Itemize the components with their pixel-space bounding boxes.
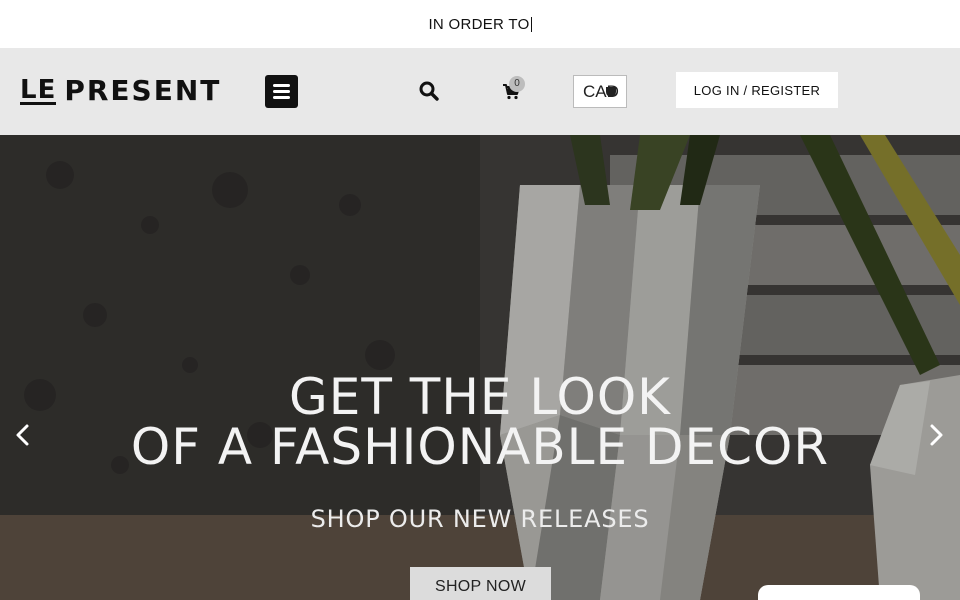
announcement-bar: IN ORDER TO xyxy=(0,0,960,48)
logo-prefix: LE xyxy=(20,75,57,105)
site-header: LE PRESENT 0 CAD LOG IN / REGISTER xyxy=(0,48,960,135)
currency-select[interactable]: CAD xyxy=(573,75,627,108)
hero-slider: GET THE LOOK OF A FASHIONABLE DECOR SHOP… xyxy=(0,135,960,600)
hero-subtitle: SHOP OUR NEW RELEASES xyxy=(310,505,650,533)
chevron-left-icon[interactable] xyxy=(12,421,32,449)
menu-line xyxy=(273,84,290,87)
menu-line xyxy=(273,90,290,93)
text-caret xyxy=(530,16,532,32)
shop-now-button[interactable]: SHOP NOW xyxy=(410,567,551,600)
chat-widget-tab[interactable] xyxy=(758,585,920,600)
chevron-right-icon[interactable] xyxy=(927,421,947,449)
cart-count-badge: 0 xyxy=(509,76,525,92)
logo-wordmark: PRESENT xyxy=(64,74,222,107)
dropdown-icon xyxy=(606,87,616,97)
search-icon[interactable] xyxy=(419,81,439,101)
hero-title-line1: GET THE LOOK xyxy=(289,368,671,426)
hero-title-line2: OF A FASHIONABLE DECOR xyxy=(130,418,830,476)
login-register-button[interactable]: LOG IN / REGISTER xyxy=(676,72,838,108)
hamburger-icon[interactable] xyxy=(265,75,298,108)
announcement-text: IN ORDER TO xyxy=(428,15,530,33)
menu-line xyxy=(273,96,290,99)
logo[interactable]: LE PRESENT xyxy=(20,77,221,105)
